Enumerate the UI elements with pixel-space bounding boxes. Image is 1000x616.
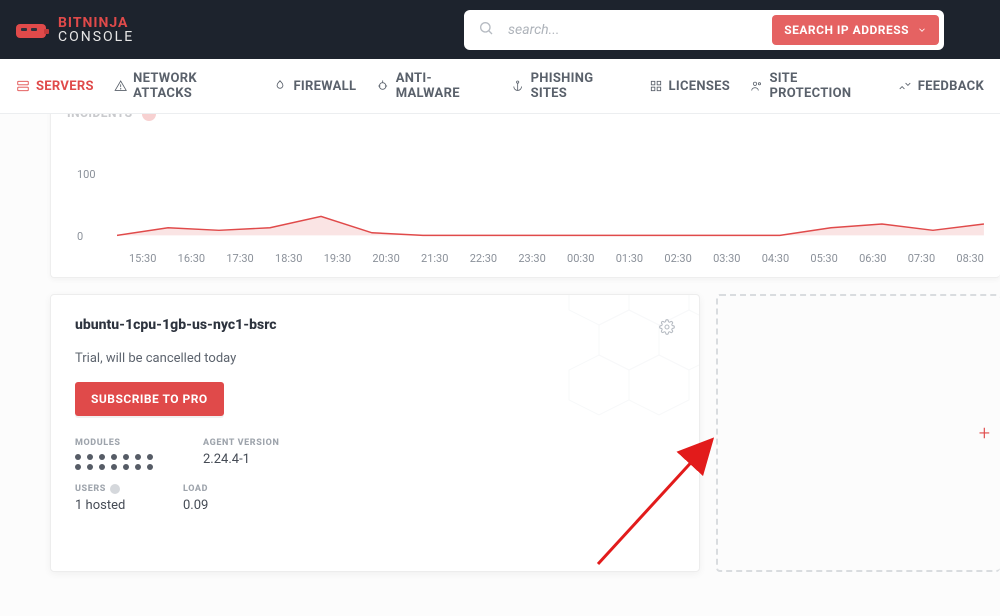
nav-servers[interactable]: SERVERS [16, 79, 94, 94]
x-axis-labels: 15:30 16:30 17:30 18:30 19:30 20:30 21:30 22:30… [129, 252, 984, 265]
load-stat: LOAD 0.09 [183, 484, 208, 513]
shield-icon [750, 79, 763, 93]
search-input[interactable] [506, 21, 772, 39]
server-stats-row-2: USERS 1 hosted LOAD 0.09 [75, 484, 675, 513]
warning-icon [114, 79, 127, 93]
nav-label: NETWORK ATTACKS [133, 71, 253, 101]
users-label: USERS [75, 484, 135, 494]
x-tick-label: 17:30 [226, 252, 253, 265]
users-stat: USERS 1 hosted [75, 484, 135, 513]
hex-pattern-bg [559, 294, 700, 435]
nav-feedback[interactable]: FEEDBACK [898, 79, 984, 94]
nav-phishing[interactable]: PHISHING SITES [511, 71, 628, 101]
incidents-line-chart [117, 125, 984, 243]
nav-site-protection[interactable]: SITE PROTECTION [750, 71, 878, 101]
page-content: INCIDENTS 100 0 15:30 16:30 17:30 18:30 19:3… [0, 114, 1000, 616]
y-axis-100: 100 [77, 168, 96, 181]
x-tick-label: 08:30 [956, 252, 983, 265]
brand-name-bottom: CONSOLE [58, 30, 134, 44]
x-tick-label: 20:30 [372, 252, 399, 265]
server-cards-row: ubuntu-1cpu-1gb-us-nyc1-bsrc Trial, will… [50, 294, 1000, 572]
x-tick-label: 18:30 [275, 252, 302, 265]
nav-label: PHISHING SITES [531, 71, 629, 101]
nav-label: FEEDBACK [918, 79, 984, 94]
x-tick-label: 22:30 [470, 252, 497, 265]
brand-logo-mark [14, 18, 50, 42]
x-tick-label: 00:30 [567, 252, 594, 265]
nav-label: ANTI-MALWARE [396, 71, 492, 101]
feedback-icon [898, 79, 912, 93]
firewall-icon [273, 79, 287, 93]
x-tick-label: 21:30 [421, 252, 448, 265]
x-tick-label: 06:30 [859, 252, 886, 265]
incidents-indicator-dot [142, 114, 156, 121]
nav-label: FIREWALL [293, 79, 356, 94]
nav-firewall[interactable]: FIREWALL [273, 79, 356, 94]
x-tick-label: 04:30 [762, 252, 789, 265]
app-header: BITNINJA CONSOLE SEARCH IP ADDRESS [0, 0, 1000, 59]
server-card: ubuntu-1cpu-1gb-us-nyc1-bsrc Trial, will… [50, 294, 700, 572]
gear-icon[interactable] [659, 319, 675, 339]
info-icon [110, 484, 120, 494]
server-stats-row-1: MODULES AGENT VERSION 2.24.4-1 [75, 438, 675, 470]
modules-label: MODULES [75, 438, 155, 448]
x-tick-label: 16:30 [178, 252, 205, 265]
x-tick-label: 01:30 [616, 252, 643, 265]
grid-icon [649, 79, 663, 93]
incidents-chart-card: INCIDENTS 100 0 15:30 16:30 17:30 18:30 19:3… [50, 114, 1000, 278]
brand-logo-text: BITNINJA CONSOLE [58, 16, 134, 44]
search-icon [478, 20, 494, 40]
x-tick-label: 23:30 [518, 252, 545, 265]
nav-licenses[interactable]: LICENSES [649, 79, 731, 94]
y-axis-0: 0 [77, 230, 83, 243]
anchor-icon [511, 79, 524, 93]
nav-anti-malware[interactable]: ANTI-MALWARE [376, 71, 491, 101]
modules-dots-icon [75, 454, 155, 470]
x-tick-label: 02:30 [664, 252, 691, 265]
search-ip-button[interactable]: SEARCH IP ADDRESS [772, 15, 939, 45]
agent-version-value: 2.24.4-1 [203, 452, 279, 467]
agent-version-label: AGENT VERSION [203, 438, 279, 448]
users-value: 1 hosted [75, 498, 135, 513]
x-tick-label: 05:30 [810, 252, 837, 265]
nav-label: LICENSES [669, 79, 731, 94]
modules-stat: MODULES [75, 438, 155, 470]
x-tick-label: 03:30 [713, 252, 740, 265]
load-value: 0.09 [183, 498, 208, 513]
main-nav: SERVERS NETWORK ATTACKS FIREWALL ANTI-MA… [0, 59, 1000, 114]
chart-title-text: INCIDENTS [67, 114, 133, 120]
brand-name-top: BITNINJA [58, 16, 134, 30]
x-tick-label: 07:30 [908, 252, 935, 265]
add-server-card[interactable]: + [716, 294, 1000, 572]
agent-version-stat: AGENT VERSION 2.24.4-1 [203, 438, 279, 470]
chevron-down-icon [917, 25, 927, 35]
users-label-text: USERS [75, 484, 106, 494]
load-label: LOAD [183, 484, 208, 494]
nav-network-attacks[interactable]: NETWORK ATTACKS [114, 71, 254, 101]
incidents-chart: 100 0 15:30 16:30 17:30 18:30 19:30 20:30 21:3… [67, 125, 984, 265]
chart-section-title: INCIDENTS [67, 114, 984, 125]
bug-icon [376, 79, 389, 93]
nav-label: SERVERS [36, 79, 94, 94]
servers-icon [16, 79, 30, 93]
subscribe-pro-button[interactable]: SUBSCRIBE TO PRO [75, 382, 224, 416]
x-tick-label: 19:30 [324, 252, 351, 265]
search-ip-button-label: SEARCH IP ADDRESS [784, 23, 909, 37]
x-tick-label: 15:30 [129, 252, 156, 265]
search-bar[interactable]: SEARCH IP ADDRESS [464, 10, 944, 50]
brand-logo: BITNINJA CONSOLE [14, 16, 134, 44]
nav-label: SITE PROTECTION [769, 71, 877, 101]
plus-icon: + [979, 421, 990, 445]
